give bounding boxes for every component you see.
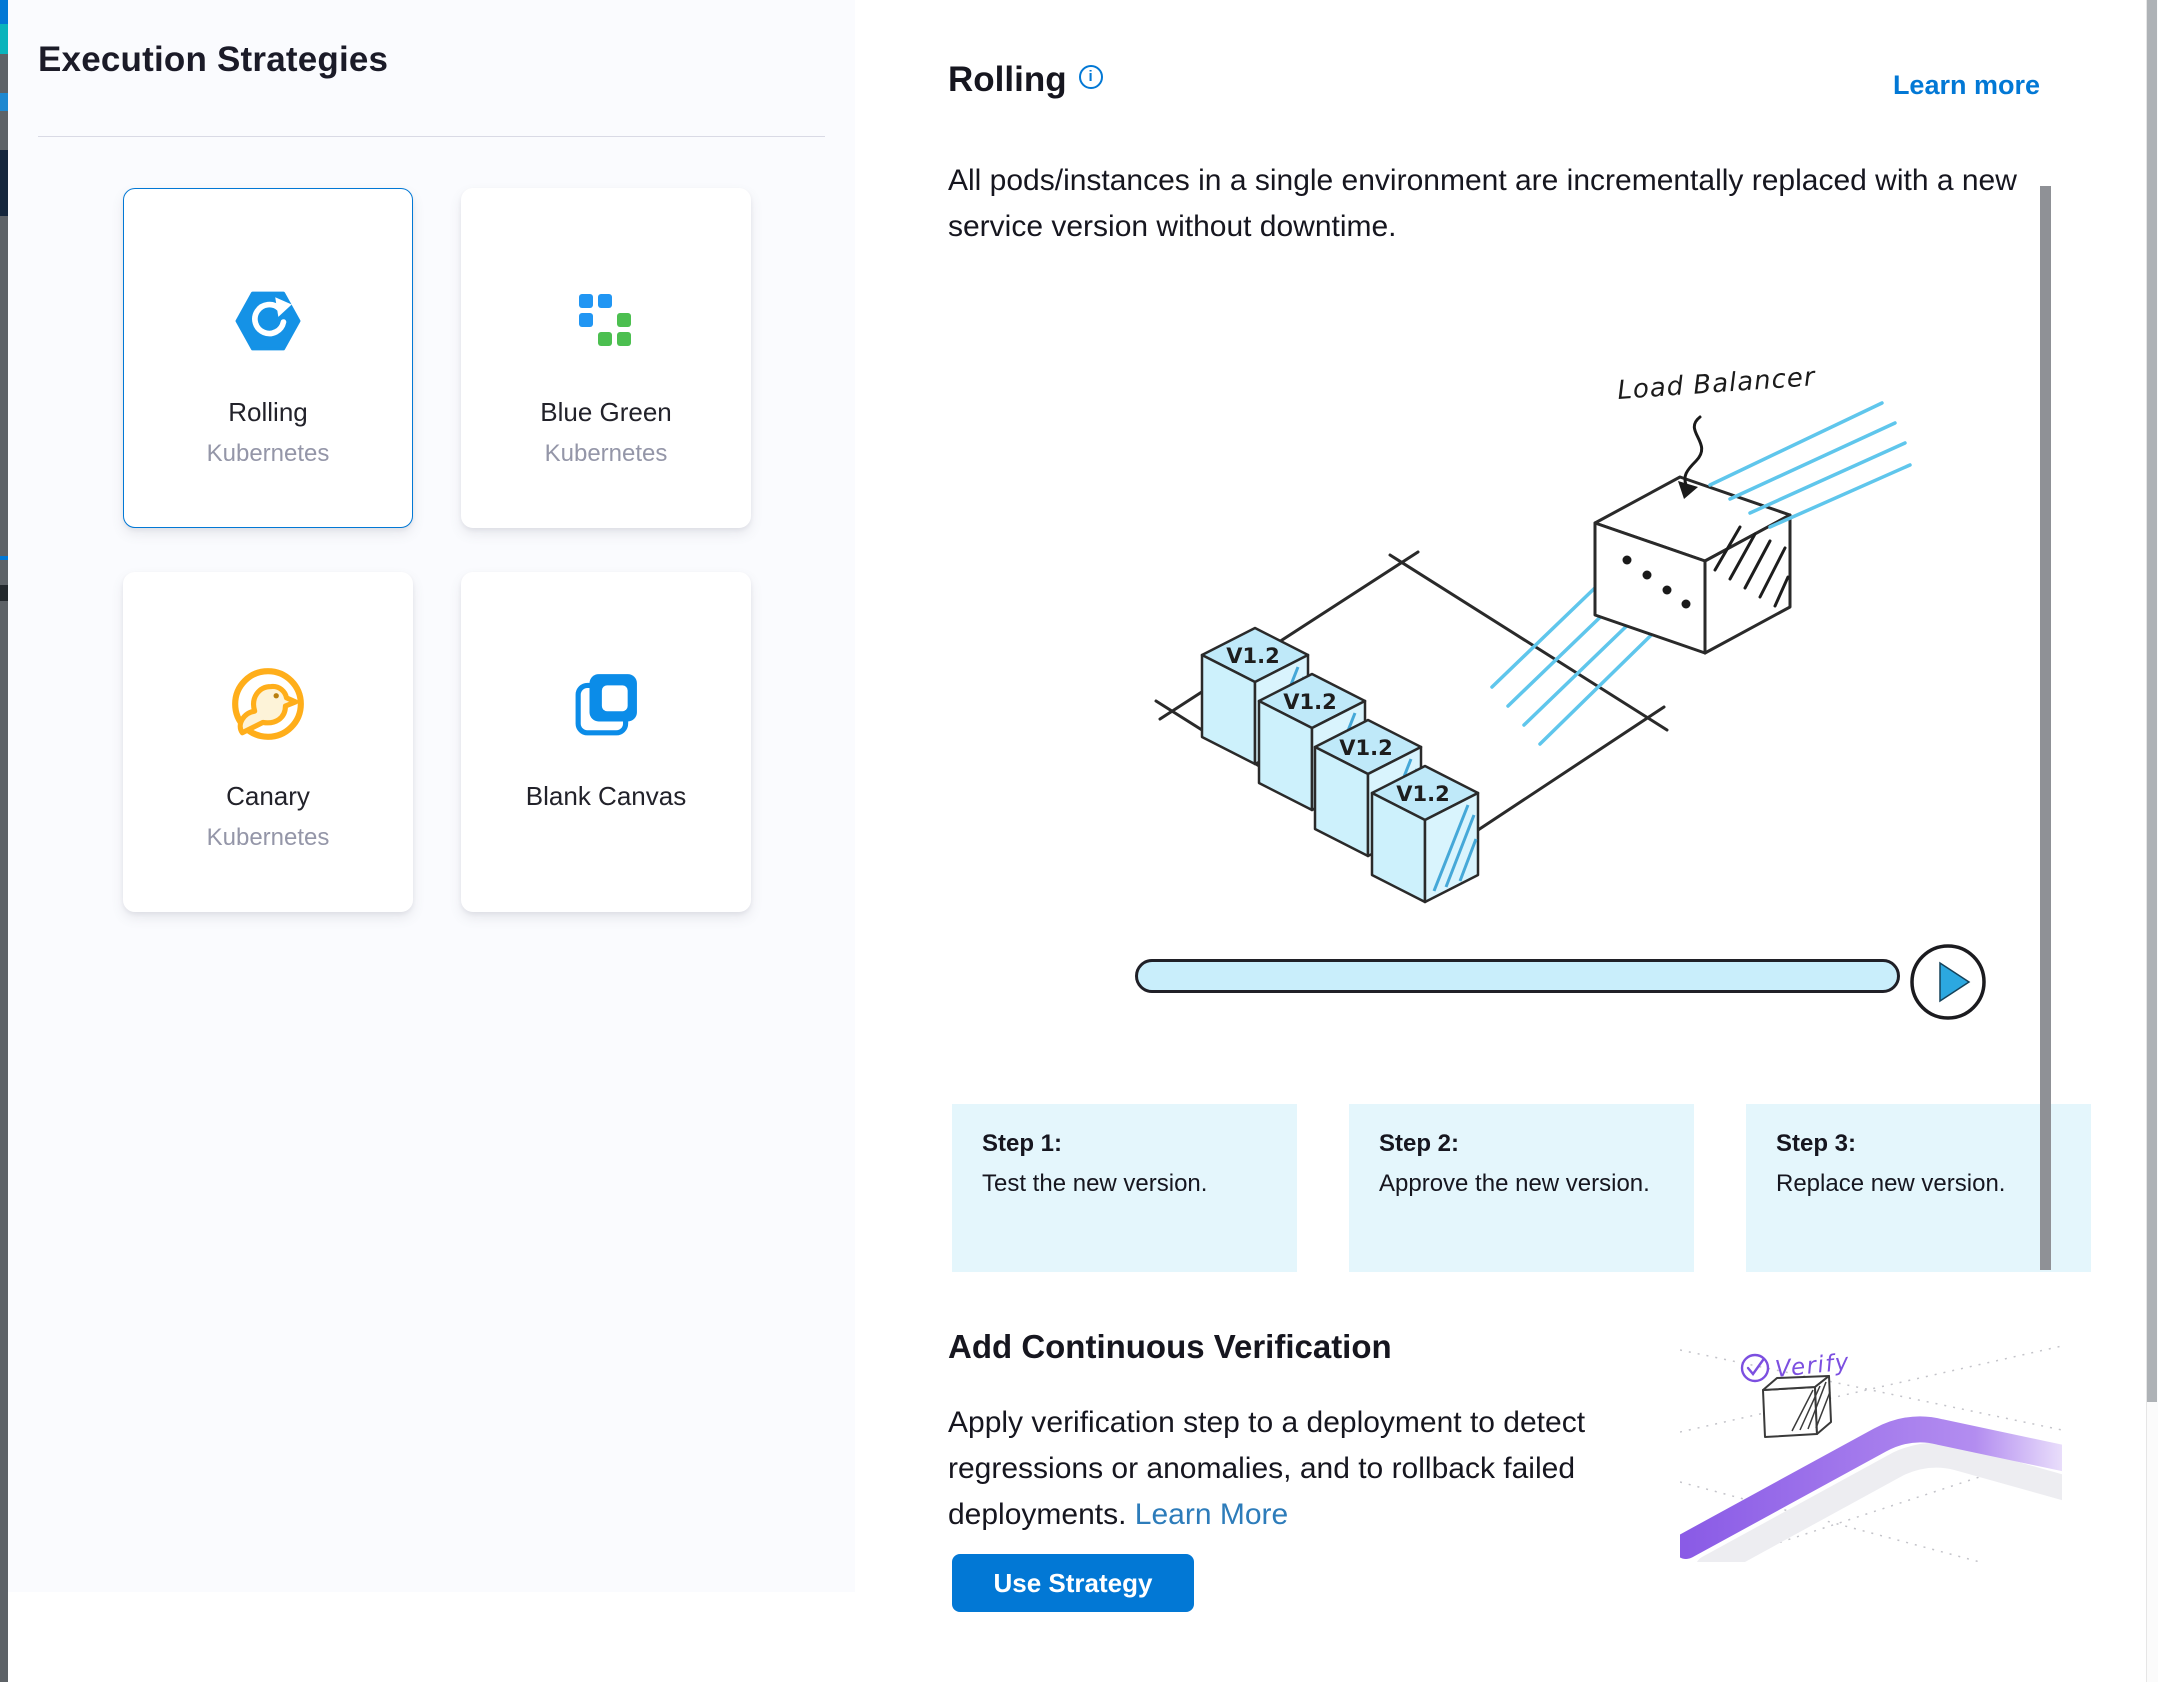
edge-navy-segment [0, 150, 8, 216]
edge-blue-segment [0, 0, 8, 24]
blue-green-squares-icon [579, 273, 633, 369]
rolling-deployment-illustration: V1.2 V1.2 V1.2 V1.2 Load Balancer [1140, 355, 1912, 907]
step-card-2: Step 2: Approve the new version. [1349, 1104, 1694, 1272]
canary-bird-icon [228, 657, 308, 753]
use-strategy-button[interactable]: Use Strategy [952, 1554, 1194, 1612]
verify-illustration: Verify [1680, 1332, 2062, 1562]
strategy-card-canary[interactable]: Canary Kubernetes [123, 572, 413, 912]
learn-more-link[interactable]: Learn more [1893, 70, 2040, 101]
edge-icon-fragment [0, 585, 8, 601]
pod-version-label: V1.2 [1226, 644, 1279, 668]
pod-version-label: V1.2 [1396, 782, 1449, 806]
step-text: Approve the new version. [1379, 1170, 1664, 1198]
play-animation-button[interactable] [1908, 942, 1988, 1022]
strategy-detail-title: Rolling i [948, 60, 1103, 100]
pod-version-label: V1.2 [1283, 690, 1336, 714]
annotation-arrow [1685, 417, 1702, 485]
verify-check-icon [1742, 1355, 1768, 1381]
step-text: Test the new version. [982, 1170, 1267, 1198]
continuous-verification-body: Apply verification step to a deployment … [948, 1400, 1608, 1538]
cv-learn-more-link[interactable]: Learn More [1135, 1498, 1288, 1531]
strategy-card-subtitle: Kubernetes [545, 440, 668, 468]
strategy-card-blank-canvas[interactable]: Blank Canvas [461, 572, 751, 912]
window-scrollbar-thumb[interactable] [2147, 0, 2157, 1402]
execution-strategies-screen: Execution Strategies Rolling Kubernetes [0, 0, 2158, 1682]
rolling-hexagon-icon [235, 273, 301, 369]
deployment-progress-bar [1135, 959, 1900, 993]
strategy-card-rolling[interactable]: Rolling Kubernetes [123, 188, 413, 528]
step-title: Step 1: [982, 1130, 1267, 1158]
page-title: Execution Strategies [38, 40, 388, 80]
strategy-card-subtitle: Kubernetes [207, 824, 330, 852]
strategy-card-label: Blank Canvas [526, 781, 686, 812]
info-icon[interactable]: i [1079, 65, 1103, 89]
step-title: Step 2: [1379, 1130, 1664, 1158]
strategy-card-label: Rolling [228, 397, 308, 428]
strategy-card-label: Canary [226, 781, 310, 812]
verify-label: Verify [1774, 1349, 1851, 1383]
window-scrollbar-track [2146, 0, 2158, 1682]
strategy-card-blue-green[interactable]: Blue Green Kubernetes [461, 188, 751, 528]
step-card-1: Step 1: Test the new version. [952, 1104, 1297, 1272]
pod-version-label: V1.2 [1339, 736, 1392, 760]
background-app-edge [0, 0, 8, 1682]
step-text: Replace new version. [1776, 1170, 2061, 1198]
strategy-card-label: Blue Green [540, 397, 672, 428]
strategy-description: All pods/instances in a single environme… [948, 158, 2073, 250]
edge-logo-fragment [0, 93, 8, 111]
blank-canvas-icon [573, 657, 639, 753]
continuous-verification-heading: Add Continuous Verification [948, 1328, 1392, 1366]
strategy-selector-panel: Execution Strategies Rolling Kubernetes [8, 0, 855, 1592]
strategy-card-subtitle: Kubernetes [207, 440, 330, 468]
step-title: Step 3: [1776, 1130, 2061, 1158]
strategy-detail-title-text: Rolling [948, 60, 1067, 99]
edge-teal-segment [0, 24, 8, 54]
load-balancer-label: Load Balancer [1616, 362, 1817, 406]
edge-accent-line [0, 556, 8, 560]
divider [38, 136, 825, 137]
strategy-card-grid: Rolling Kubernetes Blue Green Kubern [123, 188, 751, 912]
detail-pane-scrollbar-thumb[interactable] [2040, 186, 2051, 1270]
